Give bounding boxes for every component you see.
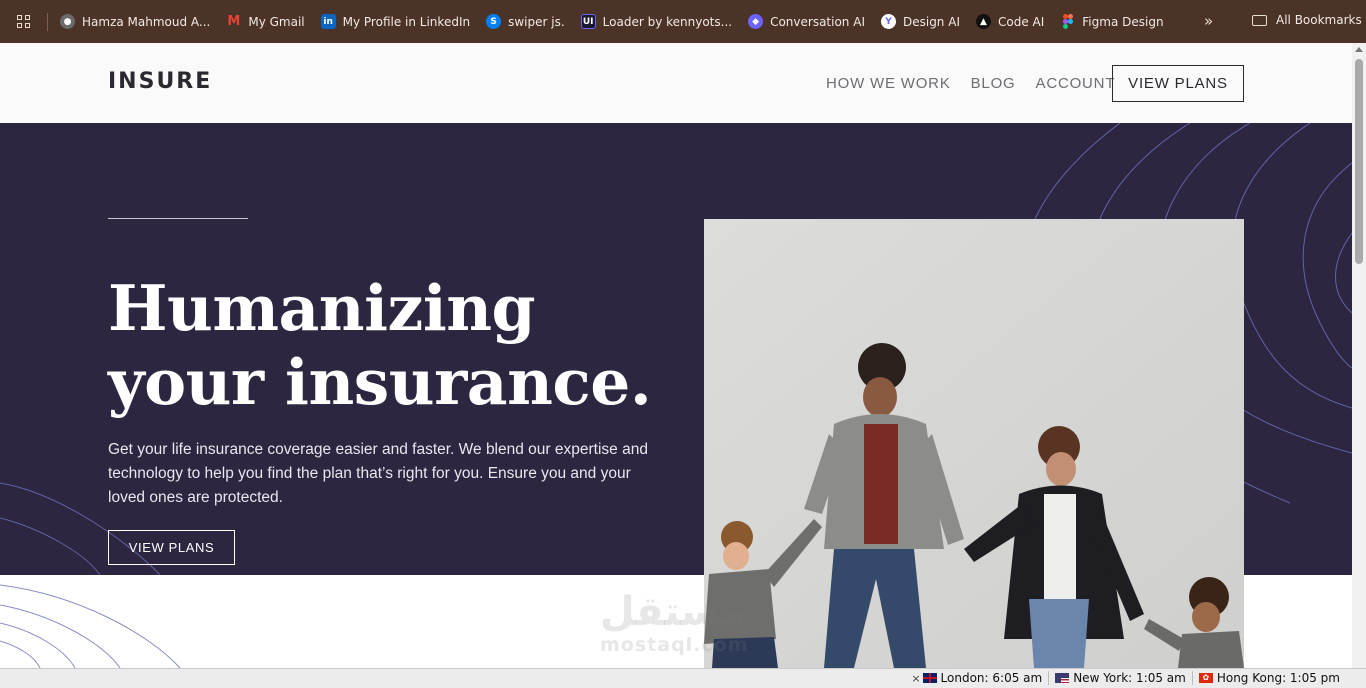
view-plans-nav-button[interactable]: VIEW PLANS: [1112, 65, 1244, 102]
close-icon[interactable]: ×: [911, 672, 920, 685]
bookmark-label: Loader by kennyots...: [602, 14, 733, 29]
clock-hong-kong: ✿ Hong Kong: 1:05 pm: [1191, 671, 1346, 685]
bookmark-label: Hamza Mahmoud A...: [82, 14, 211, 29]
bookmark-linkedin[interactable]: in My Profile in LinkedIn: [320, 14, 471, 29]
hero-title-line1: Humanizing: [108, 271, 536, 345]
hk-flag-icon: ✿: [1198, 673, 1213, 683]
mostaql-watermark: مستقل mostaql.com: [600, 590, 749, 656]
clock-new-york: New York: 1:05 am: [1048, 671, 1192, 685]
design-ai-icon: Y: [880, 14, 896, 29]
world-clocks: × London: 6:05 am New York: 1:05 am ✿ Ho…: [905, 671, 1346, 685]
linkedin-icon: in: [320, 14, 336, 29]
bookmark-label: Design AI: [902, 14, 960, 29]
bookmark-label: Figma Design: [1082, 14, 1164, 29]
nav-how-we-work[interactable]: HOW WE WORK: [826, 75, 951, 92]
bookmark-swiper[interactable]: S swiper js.: [486, 14, 565, 29]
bookmark-hamza[interactable]: ● Hamza Mahmoud A...: [60, 14, 210, 29]
all-bookmarks-button[interactable]: All Bookmarks: [1252, 13, 1362, 27]
bottom-contour-lines: [0, 584, 181, 668]
nav-account[interactable]: ACCOUNT: [1036, 75, 1116, 92]
apps-grid-icon[interactable]: [17, 15, 43, 28]
family-photo: [704, 219, 1244, 668]
site-header: INSURE HOW WE WORK BLOG ACCOUNT VIEW PLA…: [0, 43, 1352, 123]
figma-icon: [1060, 14, 1075, 29]
bookmark-label: Code AI: [997, 14, 1045, 29]
folder-icon: [1252, 14, 1267, 26]
main-nav: HOW WE WORK BLOG ACCOUNT: [826, 75, 1115, 92]
hero-accent-line: [108, 218, 248, 219]
watermark-arabic: مستقل: [600, 589, 747, 635]
bookmark-label: swiper js.: [508, 14, 565, 29]
insure-logo[interactable]: INSURE: [108, 69, 212, 94]
clock-new-york-label: New York: 1:05 am: [1073, 671, 1186, 685]
bookmark-conversation-ai[interactable]: ◆ Conversation AI: [748, 14, 865, 29]
status-bar: × London: 6:05 am New York: 1:05 am ✿ Ho…: [0, 668, 1366, 688]
bookmark-label: My Profile in LinkedIn: [342, 14, 471, 29]
hero-title: Humanizing your insurance.: [108, 271, 652, 419]
conversation-ai-icon: ◆: [748, 14, 764, 29]
swiper-icon: S: [486, 14, 502, 29]
bookmarks-divider: [47, 12, 48, 31]
watermark-latin: mostaql.com: [600, 634, 749, 656]
gmail-icon: M: [227, 14, 241, 29]
hero-title-line2: your insurance.: [108, 345, 652, 419]
bookmarks-bar: ● Hamza Mahmoud A... M My Gmail in My Pr…: [0, 0, 1366, 43]
clock-london: × London: 6:05 am: [905, 671, 1048, 685]
family-illustration: [704, 219, 1244, 668]
bookmark-figma[interactable]: Figma Design: [1060, 14, 1164, 29]
us-flag-icon: [1055, 673, 1070, 683]
bookmark-design-ai[interactable]: Y Design AI: [880, 14, 960, 29]
clock-london-label: London: 6:05 am: [940, 671, 1043, 685]
scrollbar-thumb[interactable]: [1355, 59, 1363, 264]
hero-description: Get your life insurance coverage easier …: [108, 441, 648, 506]
bookmark-label: My Gmail: [248, 14, 305, 29]
avatar-icon: ●: [60, 14, 75, 29]
uiverse-icon: UI: [580, 14, 596, 29]
code-ai-icon: ▲: [975, 14, 991, 29]
scroll-up-arrow-icon[interactable]: [1355, 47, 1363, 52]
nav-blog[interactable]: BLOG: [971, 75, 1016, 92]
uk-flag-icon: [922, 673, 937, 683]
all-bookmarks-label: All Bookmarks: [1276, 13, 1362, 27]
view-plans-hero-button[interactable]: VIEW PLANS: [108, 530, 235, 565]
bookmark-gmail[interactable]: M My Gmail: [226, 14, 304, 29]
bookmark-label: Conversation AI: [770, 14, 865, 29]
bookmark-loader[interactable]: UI Loader by kennyots...: [580, 14, 733, 29]
more-bookmarks-chevron-icon[interactable]: »: [1204, 12, 1213, 30]
page-scrollbar[interactable]: [1352, 43, 1366, 668]
bookmark-code-ai[interactable]: ▲ Code AI: [975, 14, 1045, 29]
clock-hong-kong-label: Hong Kong: 1:05 pm: [1216, 671, 1340, 685]
